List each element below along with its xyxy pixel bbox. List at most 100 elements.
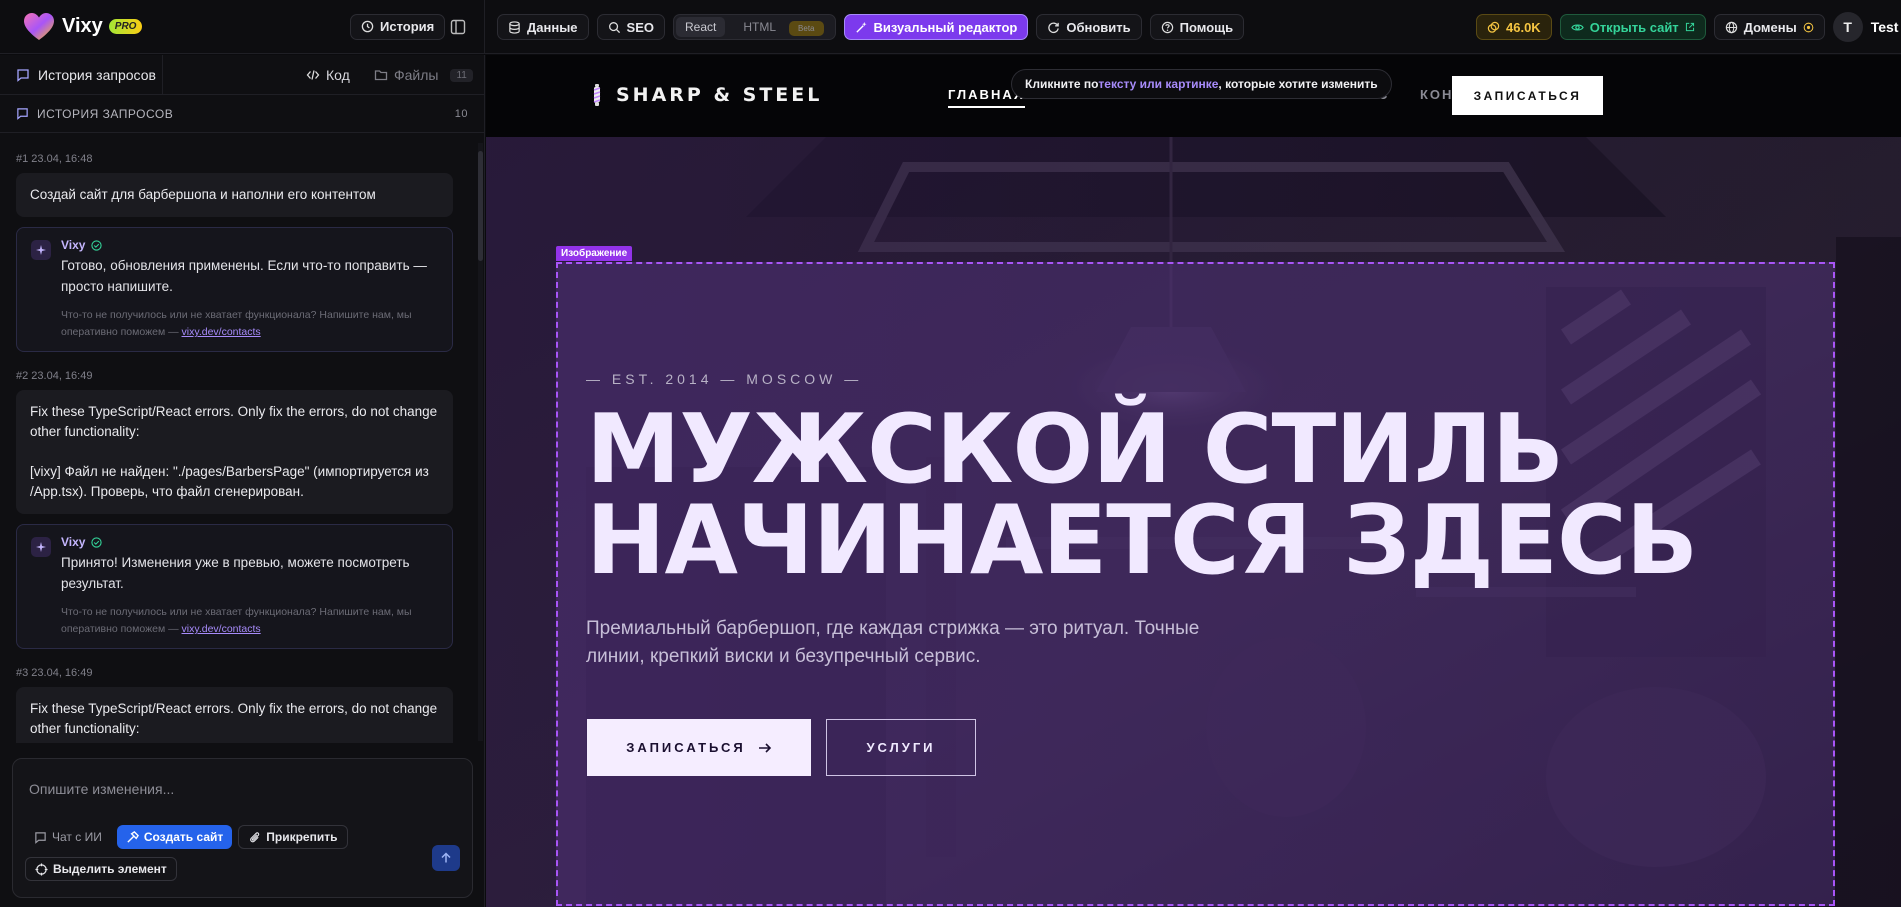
attach-button[interactable]: Прикрепить: [238, 825, 348, 849]
prompt-input[interactable]: Опишите изменения...: [29, 781, 174, 797]
create-site-button[interactable]: Создать сайт: [116, 825, 233, 849]
assistant-avatar-icon: [31, 537, 51, 557]
seo-button-label: SEO: [626, 19, 654, 35]
request-feed[interactable]: #1 23.04, 16:48 Создай сайт для барбершо…: [0, 135, 478, 743]
create-site-label: Создать сайт: [143, 830, 224, 844]
prompt-composer: Опишите изменения... Чат с ИИ Создать са…: [12, 758, 473, 898]
site-preview[interactable]: SHARP & STEEL ГЛАВНАЯ С КОНТАКТЫ ЗАПИСАТ…: [486, 55, 1901, 907]
chat-icon: [35, 831, 46, 844]
contacts-link[interactable]: vixy.dev/contacts: [182, 326, 261, 338]
check-circle-icon: [91, 239, 103, 251]
chat-icon: [17, 68, 29, 82]
request-meta: #1 23.04, 16:48: [16, 153, 93, 165]
visual-editor-label: Визуальный редактор: [873, 19, 1018, 35]
coins-icon: [1487, 21, 1500, 33]
tab-files[interactable]: Файлы 11: [374, 67, 473, 83]
assistant-message: Vixy Готово, обновления применены. Если …: [16, 227, 453, 352]
send-button[interactable]: [432, 845, 460, 871]
site-logo-text: SHARP & STEEL: [616, 84, 823, 106]
user-avatar[interactable]: T: [1832, 12, 1863, 42]
refresh-icon: [1048, 21, 1060, 33]
open-site-label: Открыть сайт: [1589, 19, 1679, 35]
help-label: Помощь: [1179, 19, 1234, 35]
assistant-name-label: Vixy: [61, 238, 86, 252]
select-element-button[interactable]: Выделить элемент: [25, 857, 177, 881]
tooltip-suffix: , которые хотите изменить: [1218, 77, 1378, 91]
tooltip-prefix: Кликните по: [1025, 77, 1099, 91]
app-window: Vixy PRO История Данные SEO React HTML Be…: [0, 0, 1901, 907]
mode-html-option[interactable]: HTML Beta: [725, 17, 832, 37]
chat-mode-button[interactable]: Чат с ИИ: [25, 825, 111, 849]
domains-button[interactable]: Домены: [1713, 14, 1825, 40]
seo-button[interactable]: SEO: [596, 14, 665, 40]
history-section-title: ИСТОРИЯ ЗАПРОСОВ: [37, 106, 174, 121]
framework-switch: React HTML Beta: [673, 14, 836, 40]
hero-book-button[interactable]: ЗАПИСАТЬСЯ: [587, 719, 811, 776]
help-button[interactable]: Помощь: [1149, 14, 1245, 40]
vixy-logo-icon[interactable]: [22, 10, 56, 44]
contacts-link[interactable]: vixy.dev/contacts: [182, 623, 261, 635]
user-message: Fix these TypeScript/React errors. Only …: [16, 687, 453, 743]
help-icon: [1161, 21, 1173, 33]
assistant-message: Vixy Принято! Изменения уже в превью, мо…: [16, 524, 453, 649]
user-message-line: [vixy] Файл не найден: "./pages/BarbersP…: [30, 464, 429, 499]
data-button[interactable]: Данные: [497, 14, 589, 40]
visual-editor-tooltip: Кликните по тексту или картинке , которы…: [1011, 69, 1392, 99]
composer-actions: Чат с ИИ Создать сайт Прикрепить: [25, 825, 348, 849]
refresh-button[interactable]: Обновить: [1036, 14, 1142, 40]
chat-icon: [17, 108, 28, 120]
hero-title[interactable]: МУЖСКОЙ СТИЛЬ НАЧИНАЕТСЯ ЗДЕСЬ: [586, 395, 1698, 589]
globe-icon: [1725, 21, 1737, 33]
history-count: 10: [454, 107, 468, 120]
request-meta: #3 23.04, 16:49: [16, 667, 93, 679]
pro-badge: PRO: [108, 19, 143, 34]
tab-code-label: Код: [326, 67, 350, 83]
mode-react-option[interactable]: React: [676, 17, 726, 37]
tab-code[interactable]: Код: [306, 67, 350, 83]
refresh-label: Обновить: [1066, 19, 1131, 35]
arrow-right-icon: [758, 742, 771, 753]
hero-title-line: МУЖСКОЙ СТИЛЬ: [586, 395, 1564, 505]
tab-files-label: Файлы: [394, 67, 439, 83]
user-message: Создай сайт для барбершопа и наполни его…: [16, 173, 453, 217]
open-site-button[interactable]: Открыть сайт: [1559, 14, 1706, 40]
history-button[interactable]: История: [350, 13, 446, 40]
scroll-thumb[interactable]: [478, 151, 483, 261]
tooltip-highlight: тексту или картинке: [1098, 77, 1219, 91]
tokens-value: 46.0K: [1506, 19, 1541, 35]
barber-pole-icon: [593, 84, 601, 106]
files-count-badge: 11: [450, 68, 473, 82]
hammer-icon: [127, 830, 139, 843]
chat-panel: История запросов Код Файлы 11 ИСТОРИЯ ЗА…: [0, 54, 485, 907]
user-name[interactable]: Test: [1871, 19, 1899, 35]
request-meta: #2 23.04, 16:49: [16, 370, 93, 382]
history-section-header: ИСТОРИЯ ЗАПРОСОВ 10: [0, 95, 484, 133]
search-icon: [608, 21, 620, 33]
toolbar-left-group: Данные SEO React HTML Beta Визуальный ред…: [497, 14, 1245, 40]
feed-scrollbar[interactable]: [478, 143, 483, 741]
history-button-label: История: [380, 19, 435, 34]
check-circle-icon: [91, 536, 103, 548]
tokens-balance-button[interactable]: 46.0K: [1476, 14, 1552, 40]
hero-subtitle[interactable]: Премиальный барбершоп, где каждая стрижк…: [586, 615, 1246, 671]
hero-section: Изображение — EST. 2014 — MOSCOW — МУЖСК…: [486, 137, 1901, 907]
hero-services-button[interactable]: УСЛУГИ: [826, 719, 976, 776]
data-button-label: Данные: [527, 19, 578, 35]
arrow-up-icon: [441, 852, 451, 863]
nav-book-button[interactable]: ЗАПИСАТЬСЯ: [1452, 76, 1603, 115]
collapse-panel-icon[interactable]: [450, 19, 466, 35]
visual-editor-button[interactable]: Визуальный редактор: [843, 14, 1029, 40]
mode-html-label: HTML: [743, 20, 777, 34]
folder-icon: [374, 70, 388, 81]
hero-eyebrow[interactable]: — EST. 2014 — MOSCOW —: [586, 371, 862, 387]
assistant-name: Vixy: [61, 535, 438, 549]
site-logo[interactable]: SHARP & STEEL: [592, 84, 822, 106]
history-icon: [361, 20, 374, 33]
selected-element-tag: Изображение: [556, 246, 633, 261]
tab-request-history[interactable]: История запросов: [0, 54, 163, 95]
assistant-text: Принято! Изменения уже в превью, можете …: [61, 555, 410, 591]
panel-tabs: История запросов Код Файлы 11: [0, 54, 484, 95]
top-toolbar: Vixy PRO История Данные SEO React HTML Be…: [0, 0, 1901, 54]
assistant-text: Готово, обновления применены. Если что-т…: [61, 258, 427, 294]
magic-wand-icon: [855, 21, 867, 33]
